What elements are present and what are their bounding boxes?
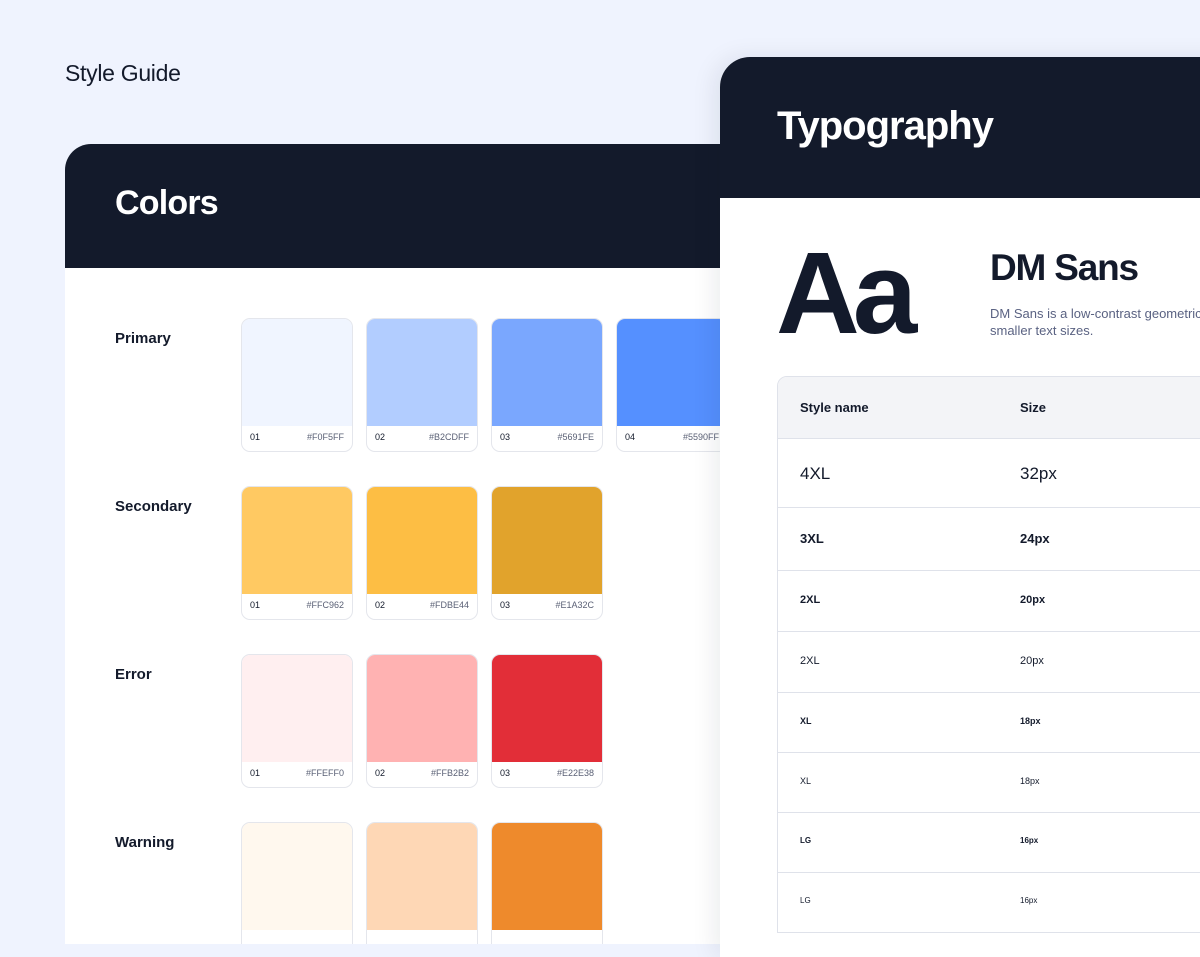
swatch-hex: #FFB2B2	[430, 768, 469, 778]
column-header-size: Size	[1020, 400, 1047, 415]
swatch-fill	[367, 655, 477, 762]
style-name-cell: 4XL	[800, 464, 831, 483]
typography-title: Typography	[777, 104, 994, 148]
table-row[interactable]: XL 18px	[778, 693, 1200, 753]
table-row[interactable]: LG 16px	[778, 813, 1200, 873]
swatch-number: 03	[500, 768, 511, 778]
swatch-fill	[367, 487, 477, 594]
group-label: Error	[115, 666, 152, 683]
swatch-number: 03	[500, 432, 511, 442]
color-swatch[interactable]	[241, 822, 353, 944]
style-name-cell: LG	[800, 836, 812, 845]
font-description: DM Sans is a low-contrast geometric smal…	[990, 305, 1200, 339]
color-swatch[interactable]: 01 #FFEFF0	[241, 654, 353, 788]
swatch-fill	[617, 319, 727, 426]
color-swatch[interactable]: 01 #FFC962	[241, 486, 353, 620]
size-cell: 16px	[1020, 896, 1038, 905]
size-cell: 20px	[1020, 594, 1046, 606]
style-name-cell: 2XL	[800, 655, 820, 667]
color-swatch[interactable]: 03 #E22E38	[491, 654, 603, 788]
font-specimen-glyph: Aa	[776, 228, 917, 358]
table-header: Style name Size	[778, 377, 1200, 439]
swatch-number: 02	[375, 600, 386, 610]
page-title: Style Guide	[65, 60, 181, 86]
table-row[interactable]: 2XL 20px	[778, 571, 1200, 632]
colors-title: Colors	[115, 184, 219, 222]
swatch-fill	[242, 823, 352, 930]
type-scale-table: Style name Size 4XL 32px 3XL 24px 2XL 20…	[777, 376, 1200, 933]
colors-card: Colors Primary 01 #F0F5FF 02 #B2CDFF 03 …	[65, 144, 765, 944]
swatch-hex: #FDBE44	[429, 600, 469, 610]
style-name-cell: LG	[800, 896, 811, 905]
swatch-number: 01	[250, 768, 261, 778]
color-swatch[interactable]: 02 #FFB2B2	[366, 654, 478, 788]
table-row[interactable]: 2XL 20px	[778, 632, 1200, 693]
style-name-cell: XL	[800, 776, 812, 786]
font-description-line: smaller text sizes.	[990, 323, 1094, 338]
color-swatch[interactable]: 03 #E1A32C	[491, 486, 603, 620]
group-label: Warning	[115, 834, 175, 851]
size-cell: 20px	[1020, 655, 1044, 667]
swatch-fill	[492, 319, 602, 426]
swatch-hex: #E22E38	[556, 768, 594, 778]
swatch-hex: #F0F5FF	[306, 432, 344, 442]
color-swatch[interactable]	[366, 822, 478, 944]
color-swatch[interactable]: 02 #B2CDFF	[366, 318, 478, 452]
swatch-fill	[492, 487, 602, 594]
swatch-number: 01	[250, 432, 261, 442]
style-name-cell: 2XL	[800, 594, 821, 606]
swatch-hex: #E1A32C	[555, 600, 594, 610]
color-swatch[interactable]	[491, 822, 603, 944]
colors-header: Colors	[65, 144, 765, 268]
swatch-fill	[242, 487, 352, 594]
swatch-hex: #FFEFF0	[305, 768, 344, 778]
size-cell: 18px	[1020, 776, 1040, 786]
group-label: Secondary	[115, 498, 192, 515]
size-cell: 32px	[1020, 464, 1057, 483]
color-swatch[interactable]: 02 #FDBE44	[366, 486, 478, 620]
style-name-cell: 3XL	[800, 531, 824, 546]
typography-card: Typography Aa DM Sans DM Sans is a low-c…	[720, 57, 1200, 957]
swatch-hex: #5590FF	[682, 432, 719, 442]
swatch-fill	[242, 319, 352, 426]
swatch-fill	[492, 823, 602, 930]
font-name: DM Sans	[990, 247, 1139, 288]
swatch-fill	[367, 823, 477, 930]
color-swatch[interactable]: 04 #5590FF	[616, 318, 728, 452]
swatch-number: 03	[500, 600, 511, 610]
swatch-number: 01	[250, 600, 261, 610]
swatch-fill	[367, 319, 477, 426]
swatch-number: 02	[375, 432, 386, 442]
swatch-hex: #FFC962	[306, 600, 344, 610]
color-swatch[interactable]: 01 #F0F5FF	[241, 318, 353, 452]
table-row[interactable]: XL 18px	[778, 753, 1200, 813]
swatch-hex: #B2CDFF	[428, 432, 469, 442]
table-row[interactable]: 4XL 32px	[778, 439, 1200, 508]
typography-header: Typography	[720, 57, 1200, 198]
size-cell: 24px	[1020, 531, 1050, 546]
style-name-cell: XL	[800, 716, 812, 726]
swatch-hex: #5691FE	[557, 432, 594, 442]
font-description-line: DM Sans is a low-contrast geometric	[990, 306, 1200, 321]
swatch-fill	[242, 655, 352, 762]
column-header-style-name: Style name	[800, 400, 869, 415]
swatch-fill	[492, 655, 602, 762]
swatch-number: 02	[375, 768, 386, 778]
size-cell: 16px	[1020, 836, 1039, 845]
swatch-number: 04	[625, 432, 636, 442]
color-swatch[interactable]: 03 #5691FE	[491, 318, 603, 452]
size-cell: 18px	[1020, 716, 1041, 726]
table-row[interactable]: 3XL 24px	[778, 508, 1200, 571]
group-label: Primary	[115, 330, 171, 347]
table-row[interactable]: LG 16px	[778, 873, 1200, 932]
